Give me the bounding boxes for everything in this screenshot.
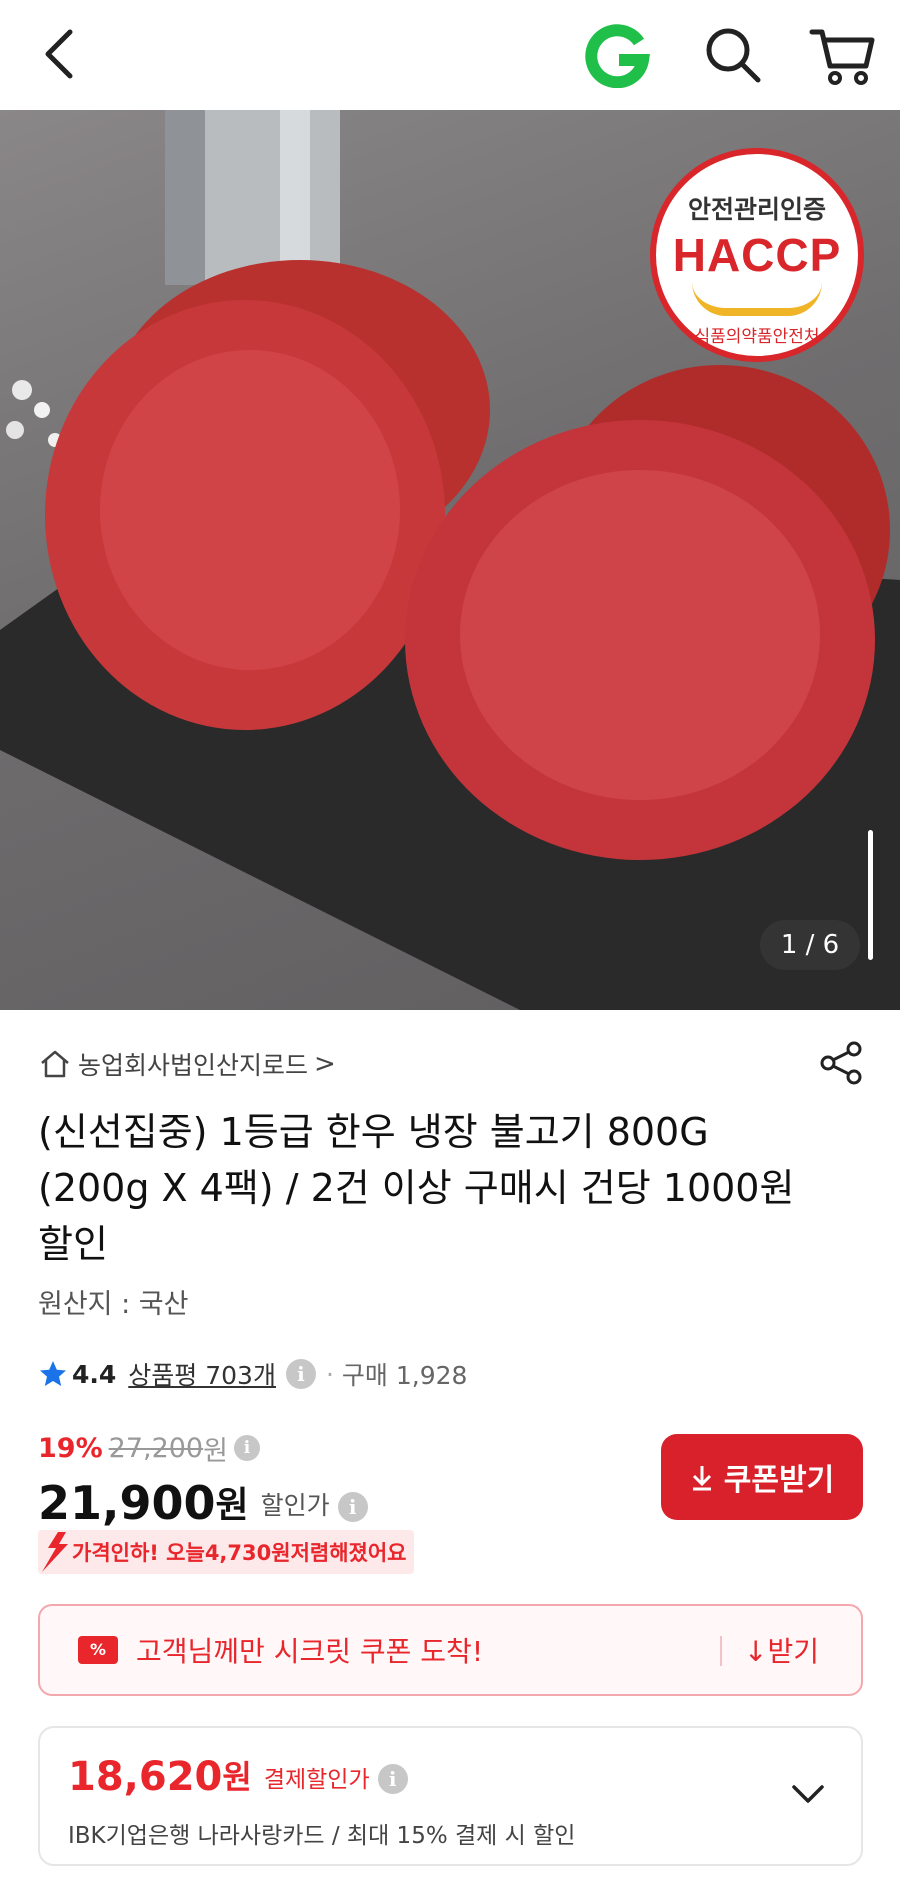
price-down-arrow-icon [42,1532,68,1572]
price-drop-banner: 가격인하! 오늘 4,730원 저렴해졌어요 [38,1530,415,1574]
secret-coupon-text: 고객님께만 시크릿 쿠폰 도착! [136,1635,484,1668]
purchase-count: 구매 1,928 [341,1361,468,1390]
haccp-certification-badge: 안전관리인증 HACCP 식품의약품안전처 [650,148,864,362]
seller-link[interactable]: 농업회사법인산지로드 > [38,1044,336,1084]
price-drop-suffix: 저렴해졌어요 [290,1541,407,1565]
share-icon[interactable] [818,1040,864,1086]
product-image-carousel[interactable]: 안전관리인증 HACCP 식품의약품안전처 1 / 6 [0,110,900,1010]
info-icon[interactable]: i [233,1435,260,1461]
search-icon[interactable] [700,22,766,88]
payment-price-label: 결제할인가 [263,1767,370,1793]
reviews-link[interactable]: 상품평 703개 [128,1356,276,1392]
badge-line1: 안전관리인증 [687,195,826,224]
secret-coupon-banner[interactable]: % 고객님께만 시크릿 쿠폰 도착! ↓받기 [38,1604,863,1696]
get-coupon-button[interactable]: 쿠폰받기 [661,1434,863,1520]
card-discount-text: IBK기업은행 나라사랑카드 / 최대 15% 결제 시 할인 [68,1823,576,1849]
receive-coupon-button[interactable]: ↓받기 [744,1606,819,1698]
price-drop-prefix: 가격인하! 오늘 [72,1541,205,1565]
rating-score: 4.4 [72,1359,117,1389]
cart-icon[interactable] [808,22,878,88]
back-icon[interactable] [32,24,92,84]
info-icon[interactable]: i [337,1492,368,1522]
info-icon[interactable]: i [377,1764,408,1794]
payment-price: 18,620 [68,1754,223,1800]
divider [720,1636,722,1666]
image-counter: 1 / 6 [760,920,860,970]
payment-price-unit: 원 [222,1758,252,1796]
star-icon [40,1361,66,1386]
payment-price-row: 18,620 원 결제할인가 i [68,1752,408,1800]
download-icon [692,1466,711,1491]
price-drop-amount: 4,730원 [204,1541,291,1565]
product-title: (신선집중) 1등급 한우 냉장 불고기 800G (200g X 4팩) / … [38,1110,795,1266]
origin-label: 원산지 : 국산 [38,1289,189,1320]
chevron-down-icon[interactable] [786,1772,830,1816]
gmarket-g-logo-icon[interactable] [585,22,651,88]
badge-line3: 식품의약품안전처 [694,327,820,347]
sale-price-label: 할인가 [260,1491,330,1520]
home-icon [41,1050,69,1078]
payment-discount-box[interactable]: 18,620 원 결제할인가 i IBK기업은행 나라사랑카드 / 최대 15%… [38,1726,863,1866]
separator-dot: · [325,1359,334,1389]
sale-price-unit: 원 [215,1485,249,1526]
discount-row: 19% 27,200 원 i [38,1428,598,1468]
seller-name: 농업회사법인산지로드 [78,1051,309,1080]
carousel-scroll-indicator [868,830,873,960]
discount-rate: 19% [38,1432,103,1464]
coupon-percent-icon: % [78,1636,118,1664]
original-price-unit: 원 [203,1435,228,1467]
badge-arc [692,282,822,316]
chevron-right-icon: > [314,1049,336,1079]
top-app-bar [0,0,900,110]
original-price: 27,200 [108,1432,204,1464]
badge-line2: HACCP [672,229,842,281]
info-icon[interactable]: i [285,1359,316,1389]
rating-row: 4.4 상품평 703개 i · 구매 1,928 [38,1353,467,1395]
get-coupon-label: 쿠폰받기 [723,1463,835,1498]
sale-price-row: 21,900 원 할인가 i [38,1468,598,1530]
sale-price: 21,900 [38,1476,216,1530]
price-block: 19% 27,200 원 i 21,900 원 할인가 i [38,1428,598,1530]
